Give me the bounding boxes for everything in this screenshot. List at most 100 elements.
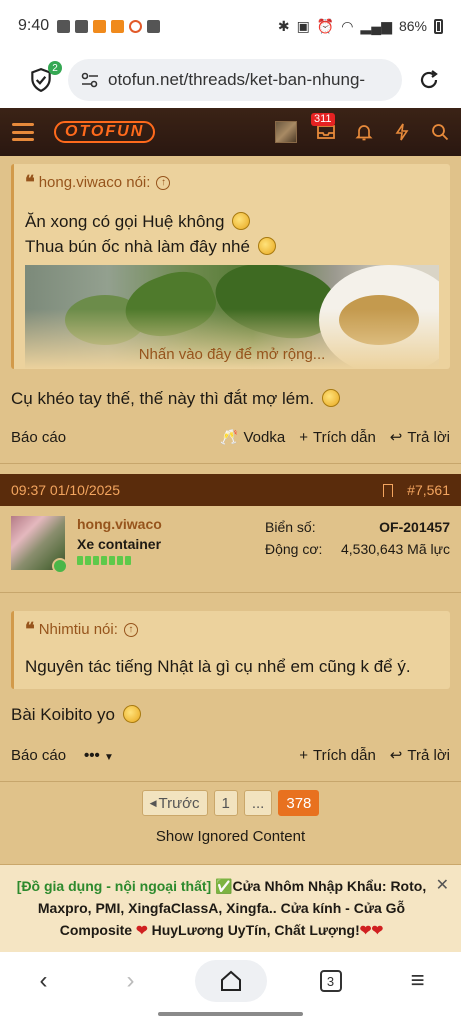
post-actions: Báo cáo 🥂 Vodka + Trích dẫn ↩ Trả lời: [0, 425, 461, 449]
emoji-icon: [321, 389, 340, 407]
shield-badge: 2: [48, 61, 62, 75]
app-icon: [93, 19, 107, 33]
report-link[interactable]: Báo cáo: [11, 747, 66, 764]
username[interactable]: hong.viwaco: [77, 516, 265, 532]
site-settings-icon[interactable]: [80, 70, 100, 90]
close-icon[interactable]: ✕: [436, 875, 449, 897]
quote-header[interactable]: ❝ Nhimtiu nói: ↑: [25, 619, 439, 640]
post-header: 09:37 01/10/2025 #7,561: [0, 474, 461, 506]
ad-banner[interactable]: [Đồ gia dụng - nội ngoại thất] ✅Cửa Nhôm…: [0, 864, 461, 952]
heart-icon: ❤❤: [359, 922, 384, 938]
quote-button[interactable]: + Trích dẫn: [299, 747, 376, 764]
ad-tail: HuyLương UyTín, Chất Lượng!: [151, 922, 360, 938]
status-time: 9:40: [18, 17, 50, 34]
signal-icon: ▂▄▆: [360, 17, 392, 34]
reaction-button[interactable]: 🥂 Vodka: [220, 428, 285, 447]
alarm-icon: ⏰: [316, 17, 335, 34]
avatar[interactable]: [275, 121, 297, 143]
divider: [0, 781, 461, 782]
page-link[interactable]: 1: [213, 790, 238, 816]
reply-icon: ↩: [389, 429, 403, 446]
report-link[interactable]: Báo cáo: [11, 429, 66, 446]
plus-icon: +: [299, 428, 308, 446]
quote-icon: ❝: [25, 619, 35, 639]
quote-text: Nguyên tác tiếng Nhật là gì cụ nhể em cũ…: [25, 657, 411, 676]
user-stats: Biển số: OF-201457 Động cơ: 4,530,643 Mã l…: [265, 516, 450, 576]
avatar[interactable]: [11, 516, 68, 574]
inbox-icon[interactable]: 311: [311, 113, 335, 141]
mail-icon: [57, 19, 71, 33]
mail-icon: [75, 19, 89, 33]
menu-button[interactable]: ≡: [395, 960, 441, 1002]
quote-text: Ăn xong có gọi Huệ không Thua bún ốc nhà…: [25, 209, 439, 259]
thread-content: ❝ hong.viwaco nói: ↑ Ăn xong có gọi Huệ …: [0, 156, 461, 952]
tabs-button[interactable]: 3: [308, 960, 354, 1002]
current-page: 378: [278, 790, 320, 816]
gesture-bar[interactable]: [158, 1012, 303, 1016]
battery-icon: [434, 18, 443, 34]
jump-up-icon[interactable]: ↑: [156, 175, 171, 190]
home-icon: [220, 970, 241, 991]
browser-address-bar: 2 otofun.net/threads/ket-ban-nhung-: [0, 52, 461, 108]
home-button[interactable]: [194, 960, 267, 1002]
page-jump[interactable]: ...: [243, 790, 273, 816]
post-number[interactable]: #7,561: [407, 482, 450, 498]
quote-author[interactable]: Nhimtiu nói:: [39, 621, 118, 638]
divider: [0, 592, 461, 593]
url-field[interactable]: otofun.net/threads/ket-ban-nhung-: [68, 59, 402, 101]
quote-label: Trích dẫn: [312, 746, 376, 764]
bell-icon[interactable]: [355, 123, 373, 141]
post-datetime[interactable]: 09:37 01/10/2025: [11, 482, 120, 498]
back-button[interactable]: ‹: [21, 960, 67, 1002]
quote-label: Trích dẫn: [312, 428, 376, 446]
quote-line-2: Thua bún ốc nhà làm đây nhé: [25, 237, 250, 256]
post-text: Cụ khéo tay thế, thế này thì đắt mợ lém.: [0, 387, 461, 411]
bolt-icon[interactable]: [393, 123, 411, 141]
quote-block: ❝ hong.viwaco nói: ↑ Ăn xong có gọi Huệ …: [11, 164, 450, 369]
jump-up-icon[interactable]: ↑: [123, 622, 138, 637]
menu-icon: ≡: [410, 967, 425, 994]
url-text: otofun.net/threads/ket-ban-nhung-: [108, 70, 366, 89]
ad-category: [Đồ gia dụng - nội ngoại thất]: [16, 878, 212, 894]
menu-icon[interactable]: [12, 123, 34, 141]
quote-author[interactable]: hong.viwaco nói:: [39, 174, 151, 191]
system-icons: ✱ ▣ ⏰ ◠ ▂▄▆ 86%: [278, 18, 443, 35]
quote-icon: ❝: [25, 172, 35, 192]
forward-button[interactable]: ›: [108, 960, 154, 1002]
notification-icons: [57, 19, 161, 33]
prev-page-button[interactable]: ◀ Trước: [141, 790, 208, 816]
opera-icon: [129, 19, 143, 33]
site-logo[interactable]: OTOFUN: [54, 121, 156, 143]
site-header: OTOFUN 311: [0, 108, 461, 156]
app-icon: [111, 19, 125, 33]
inbox-count-badge: 311: [311, 113, 335, 126]
engine-value: 4,530,643 Mã lực: [341, 541, 450, 557]
plate-value: OF-201457: [379, 519, 450, 535]
reply-label: Trả lời: [407, 428, 450, 446]
chevron-left-icon: ◀: [149, 797, 157, 808]
reply-button[interactable]: ↩ Trả lời: [390, 746, 450, 765]
shield-icon[interactable]: 2: [28, 61, 62, 93]
reply-button[interactable]: ↩ Trả lời: [389, 428, 450, 447]
wifi-icon: ◠: [341, 17, 354, 34]
heart-icon: ❤: [135, 922, 148, 938]
browser-bottom-nav: ‹ › 3 ≡: [0, 952, 461, 1024]
reload-icon[interactable]: [417, 68, 441, 92]
tabs-count: 3: [319, 970, 342, 992]
expand-link[interactable]: Nhấn vào đây để mở rộng...: [25, 346, 439, 363]
search-icon[interactable]: [431, 123, 449, 141]
check-icon: ✅: [215, 878, 233, 894]
divider: [0, 463, 461, 464]
forward-arrow-icon: ›: [126, 967, 135, 994]
nfc-icon: ▣: [296, 17, 310, 34]
quote-header[interactable]: ❝ hong.viwaco nói: ↑: [25, 172, 439, 193]
plate-label: Biển số:: [265, 519, 316, 535]
user-info: hong.viwaco Xe container Biển số: OF-2014…: [0, 506, 461, 586]
reputation-bar: [77, 556, 265, 565]
more-menu-button[interactable]: ••• ▼: [84, 747, 114, 764]
plus-icon: +: [299, 746, 308, 764]
bookmark-icon[interactable]: [383, 483, 394, 497]
quote-button[interactable]: + Trích dẫn: [299, 429, 376, 446]
emoji-icon: [232, 212, 251, 230]
show-ignored-link[interactable]: Show Ignored Content: [0, 828, 461, 845]
